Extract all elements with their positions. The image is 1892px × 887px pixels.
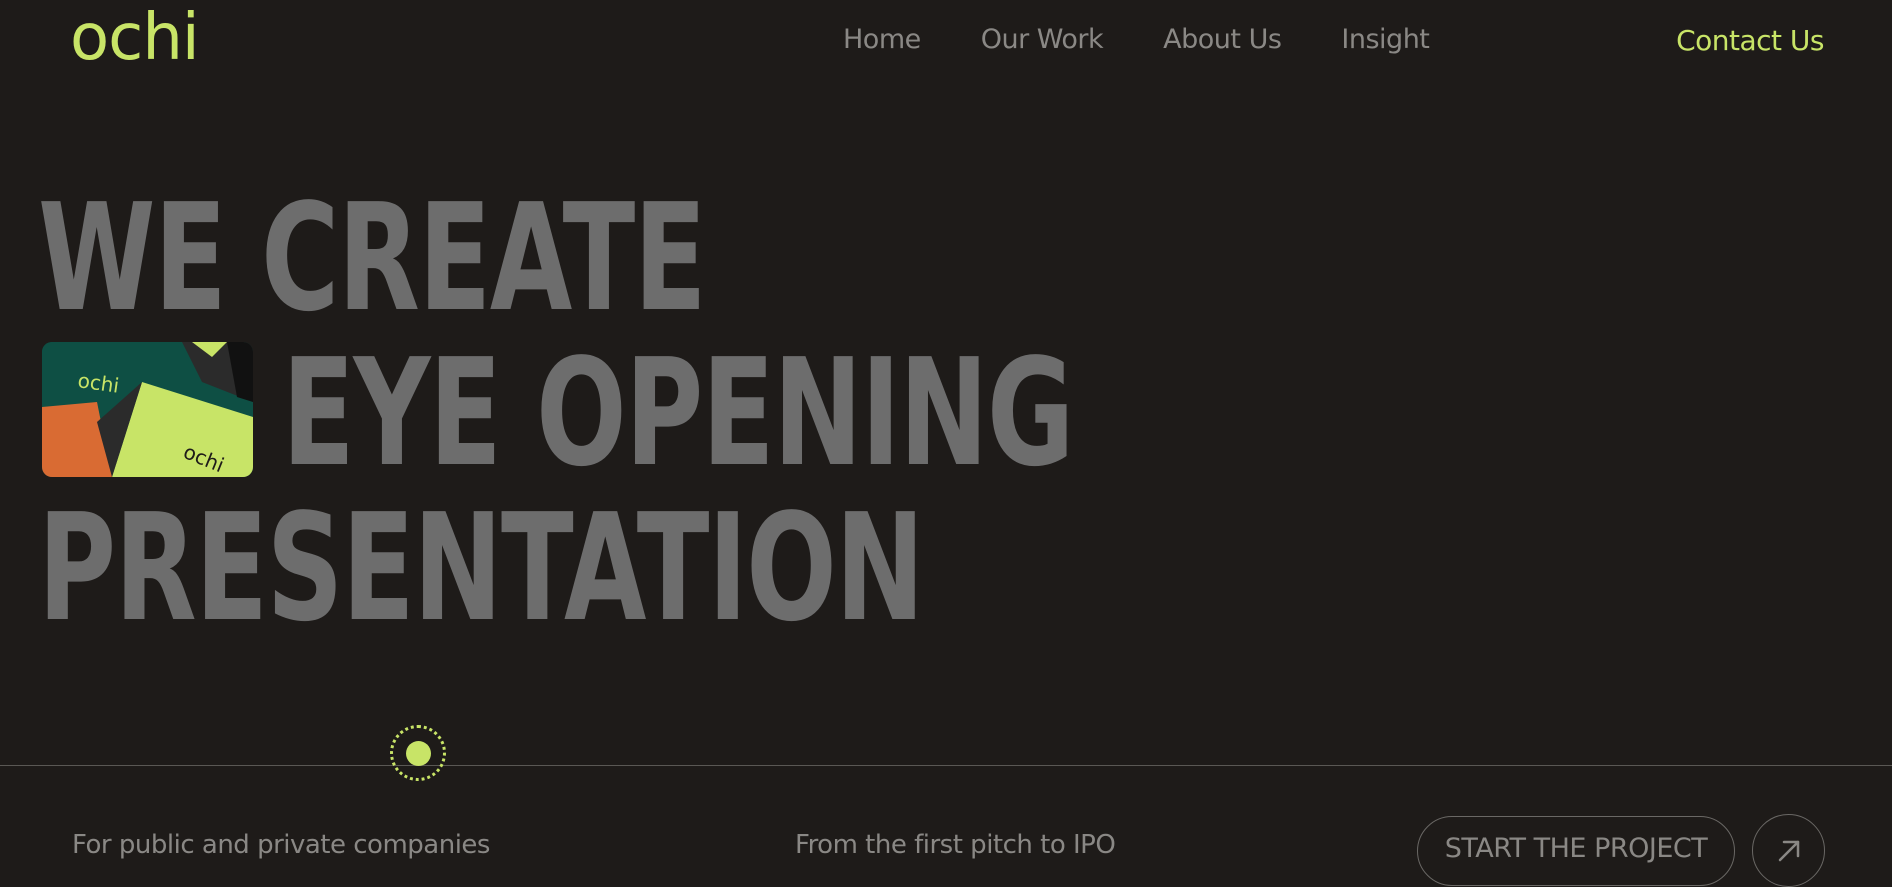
contact-us-link[interactable]: Contact Us <box>1676 24 1824 57</box>
hero-headline-line-1: WE CREATE <box>38 172 707 344</box>
hero-headline-line-3: PRESENTATION <box>38 482 925 654</box>
tagline-public-private: For public and private companies <box>72 830 490 860</box>
main-nav: Home Our Work About Us Insight <box>843 24 1430 55</box>
nav-item-home[interactable]: Home <box>843 24 921 55</box>
start-project-arrow-button[interactable] <box>1752 814 1825 887</box>
ochi-logo[interactable]: ochi <box>70 6 200 70</box>
hero-headline-line-2: EYE OPENING <box>282 327 1074 499</box>
hero-thumbnail-image: ochi ochi <box>42 342 253 477</box>
nav-item-insight[interactable]: Insight <box>1341 24 1429 55</box>
tagline-pitch-ipo: From the first pitch to IPO <box>795 830 1116 860</box>
scroll-indicator[interactable] <box>390 725 446 781</box>
arrow-up-right-icon <box>1778 840 1800 862</box>
nav-item-our-work[interactable]: Our Work <box>981 24 1104 55</box>
scroll-indicator-dot <box>405 740 431 766</box>
section-divider <box>0 765 1892 766</box>
start-project-button[interactable]: START THE PROJECT <box>1417 816 1735 886</box>
nav-item-about-us[interactable]: About Us <box>1163 24 1282 55</box>
